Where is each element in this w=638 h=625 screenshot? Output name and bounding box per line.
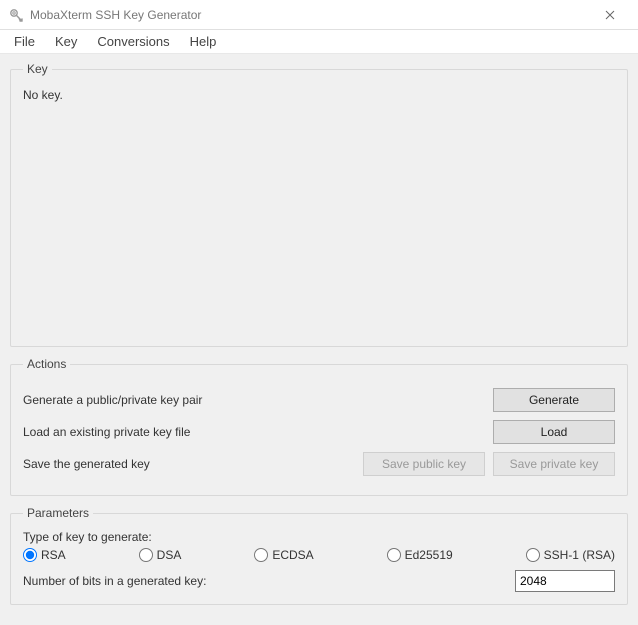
radio-rsa[interactable]: RSA (23, 548, 66, 562)
close-button[interactable] (590, 0, 630, 29)
menu-help[interactable]: Help (180, 32, 227, 51)
generate-row: Generate a public/private key pair Gener… (23, 387, 615, 413)
radio-ssh1-label: SSH-1 (RSA) (544, 548, 615, 562)
radio-rsa-label: RSA (41, 548, 66, 562)
radio-ssh1[interactable]: SSH-1 (RSA) (526, 548, 615, 562)
actions-group: Actions Generate a public/private key pa… (10, 357, 628, 496)
generate-label: Generate a public/private key pair (23, 393, 485, 407)
radio-ssh1-input[interactable] (526, 548, 540, 562)
parameters-group: Parameters Type of key to generate: RSA … (10, 506, 628, 605)
load-label: Load an existing private key file (23, 425, 485, 439)
bits-input[interactable] (515, 570, 615, 592)
menu-conversions[interactable]: Conversions (87, 32, 179, 51)
window-title: MobaXterm SSH Key Generator (30, 8, 590, 22)
menu-file[interactable]: File (4, 32, 45, 51)
key-type-radios: RSA DSA ECDSA Ed25519 SSH-1 (RSA) (23, 548, 615, 562)
radio-dsa[interactable]: DSA (139, 548, 182, 562)
radio-ecdsa-input[interactable] (254, 548, 268, 562)
parameters-group-legend: Parameters (23, 506, 93, 520)
key-group: Key No key. (10, 62, 628, 347)
key-status: No key. (23, 86, 615, 334)
menubar: File Key Conversions Help (0, 30, 638, 54)
save-label: Save the generated key (23, 457, 355, 471)
client-area: Key No key. Actions Generate a public/pr… (0, 54, 638, 625)
radio-ed25519-input[interactable] (387, 548, 401, 562)
radio-ed25519[interactable]: Ed25519 (387, 548, 453, 562)
radio-ecdsa-label: ECDSA (272, 548, 313, 562)
load-row: Load an existing private key file Load (23, 419, 615, 445)
titlebar: MobaXterm SSH Key Generator (0, 0, 638, 30)
radio-dsa-label: DSA (157, 548, 182, 562)
bits-label: Number of bits in a generated key: (23, 574, 515, 588)
radio-rsa-input[interactable] (23, 548, 37, 562)
key-type-label: Type of key to generate: (23, 530, 615, 544)
generate-button[interactable]: Generate (493, 388, 615, 412)
bits-row: Number of bits in a generated key: (23, 570, 615, 592)
radio-ecdsa[interactable]: ECDSA (254, 548, 313, 562)
save-public-key-button: Save public key (363, 452, 485, 476)
actions-group-legend: Actions (23, 357, 70, 371)
radio-dsa-input[interactable] (139, 548, 153, 562)
app-key-icon (8, 7, 24, 23)
save-row: Save the generated key Save public key S… (23, 451, 615, 477)
close-icon (605, 10, 615, 20)
save-private-key-button: Save private key (493, 452, 615, 476)
key-group-legend: Key (23, 62, 52, 76)
load-button[interactable]: Load (493, 420, 615, 444)
menu-key[interactable]: Key (45, 32, 87, 51)
radio-ed25519-label: Ed25519 (405, 548, 453, 562)
